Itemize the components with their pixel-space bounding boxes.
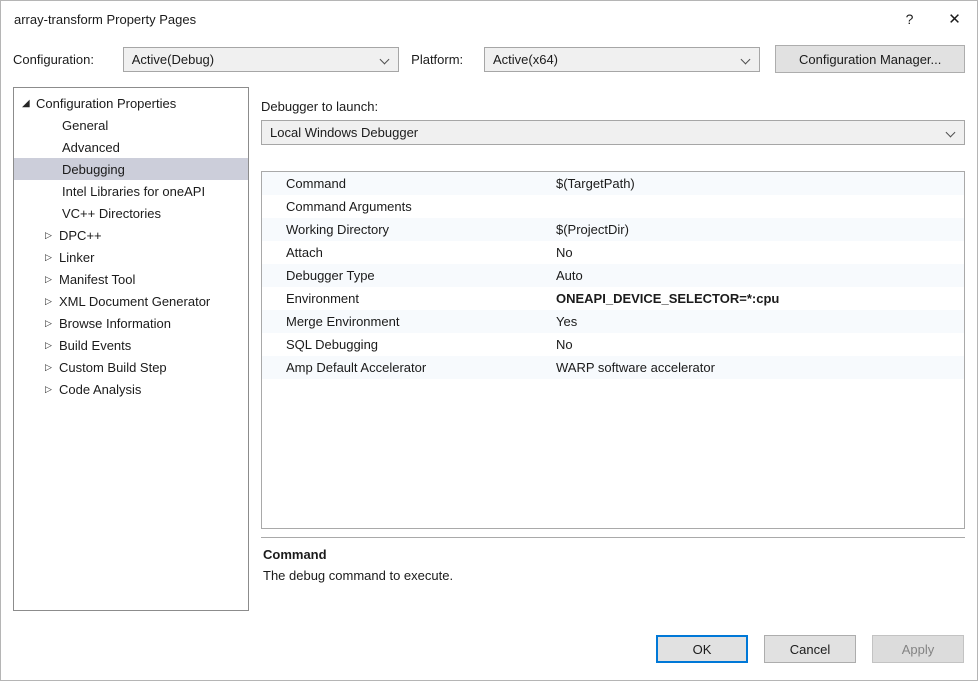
- property-name: Amp Default Accelerator: [262, 360, 556, 375]
- close-button[interactable]: ✕: [932, 1, 977, 37]
- help-button[interactable]: ?: [887, 1, 932, 37]
- tree-item-dpcpp[interactable]: ▷ DPC++: [14, 224, 248, 246]
- cancel-button[interactable]: Cancel: [764, 635, 856, 663]
- tree-item-label: General: [62, 118, 108, 133]
- property-value[interactable]: No: [556, 337, 964, 352]
- tree-item-label: Manifest Tool: [59, 272, 135, 287]
- property-name: Attach: [262, 245, 556, 260]
- property-value[interactable]: No: [556, 245, 964, 260]
- tree-item-label: Code Analysis: [59, 382, 141, 397]
- platform-value: Active(x64): [493, 52, 558, 67]
- tree-item-debugging[interactable]: Debugging: [14, 158, 248, 180]
- debugger-to-launch-label: Debugger to launch:: [261, 99, 965, 114]
- collapsed-arrow-icon: ▷: [45, 296, 59, 307]
- description-text: The debug command to execute.: [263, 568, 963, 583]
- tree-item-custom-build-step[interactable]: ▷ Custom Build Step: [14, 356, 248, 378]
- tree-item-code-analysis[interactable]: ▷ Code Analysis: [14, 378, 248, 400]
- collapsed-arrow-icon: ▷: [45, 318, 59, 329]
- ok-button[interactable]: OK: [656, 635, 748, 663]
- chevron-down-icon: [380, 54, 390, 64]
- chevron-down-icon: [946, 128, 956, 138]
- tree-item-general[interactable]: General: [14, 114, 248, 136]
- collapsed-arrow-icon: ▷: [45, 252, 59, 263]
- collapsed-arrow-icon: ▷: [45, 230, 59, 241]
- tree-item-label: Intel Libraries for oneAPI: [62, 184, 205, 199]
- tree-item-label: Configuration Properties: [36, 96, 176, 111]
- collapsed-arrow-icon: ▷: [45, 362, 59, 373]
- property-row-merge-environment[interactable]: Merge Environment Yes: [262, 310, 964, 333]
- collapsed-arrow-icon: ▷: [45, 274, 59, 285]
- tree-item-build-events[interactable]: ▷ Build Events: [14, 334, 248, 356]
- property-row-amp-default-accelerator[interactable]: Amp Default Accelerator WARP software ac…: [262, 356, 964, 379]
- property-name: SQL Debugging: [262, 337, 556, 352]
- property-name: Working Directory: [262, 222, 556, 237]
- configuration-label: Configuration:: [13, 52, 123, 67]
- property-value[interactable]: $(TargetPath): [556, 176, 964, 191]
- property-name: Command Arguments: [262, 199, 556, 214]
- configuration-manager-button[interactable]: Configuration Manager...: [775, 45, 965, 73]
- tree-item-label: Custom Build Step: [59, 360, 167, 375]
- help-icon: ?: [906, 11, 914, 27]
- tree-item-configuration-properties[interactable]: ◢ Configuration Properties: [14, 92, 248, 114]
- tree-item-browse-information[interactable]: ▷ Browse Information: [14, 312, 248, 334]
- tree-item-label: Build Events: [59, 338, 131, 353]
- configuration-value: Active(Debug): [132, 52, 214, 67]
- property-row-sql-debugging[interactable]: SQL Debugging No: [262, 333, 964, 356]
- tree-item-label: VC++ Directories: [62, 206, 161, 221]
- platform-label: Platform:: [411, 52, 484, 67]
- property-value[interactable]: WARP software accelerator: [556, 360, 964, 375]
- tree-item-label: Advanced: [62, 140, 120, 155]
- collapsed-arrow-icon: ▷: [45, 384, 59, 395]
- property-name: Debugger Type: [262, 268, 556, 283]
- chevron-down-icon: [741, 54, 751, 64]
- tree-item-linker[interactable]: ▷ Linker: [14, 246, 248, 268]
- tree-item-label: Debugging: [62, 162, 125, 177]
- description-panel: Command The debug command to execute.: [261, 537, 965, 601]
- expanded-arrow-icon: ◢: [22, 98, 36, 109]
- tree-item-xml-document-generator[interactable]: ▷ XML Document Generator: [14, 290, 248, 312]
- tree-item-vcpp-directories[interactable]: VC++ Directories: [14, 202, 248, 224]
- property-row-command[interactable]: Command $(TargetPath): [262, 172, 964, 195]
- tree-item-intel-libraries-for-oneapi[interactable]: Intel Libraries for oneAPI: [14, 180, 248, 202]
- debugger-dropdown[interactable]: Local Windows Debugger: [261, 120, 965, 145]
- platform-dropdown[interactable]: Active(x64): [484, 47, 760, 72]
- property-pages-dialog: array-transform Property Pages ? ✕ Confi…: [0, 0, 978, 681]
- configuration-row: Configuration: Active(Debug) Platform: A…: [13, 45, 965, 73]
- property-value[interactable]: Yes: [556, 314, 964, 329]
- content-area: ◢ Configuration Properties General Advan…: [1, 87, 977, 611]
- property-name: Merge Environment: [262, 314, 556, 329]
- collapsed-arrow-icon: ▷: [45, 340, 59, 351]
- tree-item-label: Linker: [59, 250, 94, 265]
- property-grid: Command $(TargetPath) Command Arguments …: [261, 171, 965, 529]
- property-value[interactable]: Auto: [556, 268, 964, 283]
- property-row-working-directory[interactable]: Working Directory $(ProjectDir): [262, 218, 964, 241]
- tree-item-advanced[interactable]: Advanced: [14, 136, 248, 158]
- close-icon: ✕: [948, 10, 961, 28]
- tree-item-manifest-tool[interactable]: ▷ Manifest Tool: [14, 268, 248, 290]
- property-value[interactable]: $(ProjectDir): [556, 222, 964, 237]
- window-title: array-transform Property Pages: [1, 12, 196, 27]
- tree-item-label: Browse Information: [59, 316, 171, 331]
- tree-item-label: XML Document Generator: [59, 294, 210, 309]
- window-controls: ? ✕: [887, 1, 977, 37]
- property-value[interactable]: ONEAPI_DEVICE_SELECTOR=*:cpu: [556, 291, 964, 306]
- property-row-debugger-type[interactable]: Debugger Type Auto: [262, 264, 964, 287]
- tree-item-label: DPC++: [59, 228, 102, 243]
- property-row-command-arguments[interactable]: Command Arguments: [262, 195, 964, 218]
- debugger-value: Local Windows Debugger: [270, 125, 418, 140]
- debugging-panel: Debugger to launch: Local Windows Debugg…: [261, 87, 965, 601]
- property-name: Command: [262, 176, 556, 191]
- property-name: Environment: [262, 291, 556, 306]
- property-row-environment[interactable]: Environment ONEAPI_DEVICE_SELECTOR=*:cpu: [262, 287, 964, 310]
- description-title: Command: [263, 547, 963, 562]
- category-tree: ◢ Configuration Properties General Advan…: [13, 87, 249, 611]
- property-row-attach[interactable]: Attach No: [262, 241, 964, 264]
- apply-button: Apply: [872, 635, 964, 663]
- configuration-dropdown[interactable]: Active(Debug): [123, 47, 399, 72]
- titlebar: array-transform Property Pages ? ✕: [1, 1, 977, 37]
- dialog-footer: OK Cancel Apply: [656, 635, 964, 663]
